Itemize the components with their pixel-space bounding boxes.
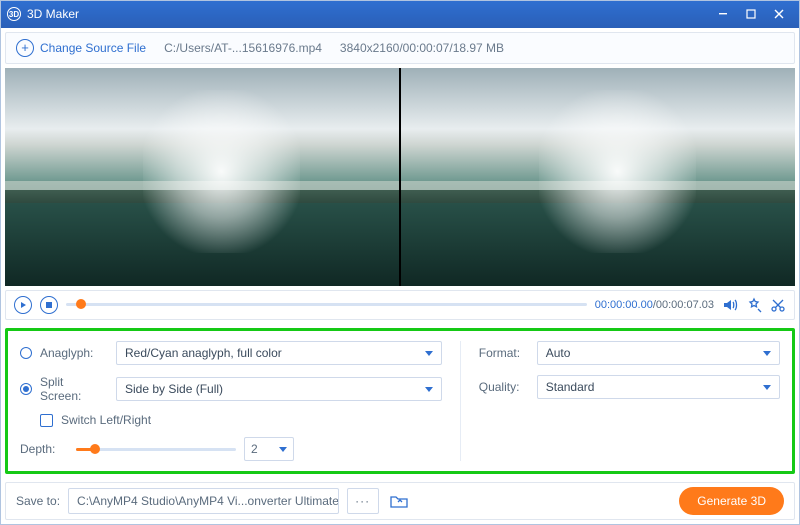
format-label: Format: — [479, 346, 529, 360]
timeline-thumb[interactable] — [76, 299, 86, 309]
quality-select[interactable]: Standard — [537, 375, 780, 399]
cut-button[interactable] — [770, 297, 786, 313]
quality-value: Standard — [546, 380, 595, 394]
anaglyph-row: Anaglyph: Red/Cyan anaglyph, full color — [20, 341, 442, 365]
volume-button[interactable] — [722, 297, 738, 313]
preview-left — [5, 68, 399, 286]
app-icon: 3D — [7, 7, 21, 21]
chevron-down-icon — [279, 447, 287, 452]
split-radio[interactable] — [20, 383, 32, 395]
depth-thumb[interactable] — [90, 444, 100, 454]
plus-icon: + — [16, 39, 34, 57]
source-meta: 3840x2160/00:00:07/18.97 MB — [340, 41, 504, 55]
window-title: 3D Maker — [27, 7, 709, 21]
close-button[interactable] — [765, 4, 793, 24]
quality-row: Quality: Standard — [479, 375, 780, 399]
chevron-down-icon — [425, 387, 433, 392]
chevron-down-icon — [763, 385, 771, 390]
timecode: 00:00:00.00/00:00:07.03 — [595, 299, 714, 311]
stop-button[interactable] — [40, 296, 58, 314]
browse-button[interactable]: ··· — [347, 488, 379, 514]
depth-row: Depth: 2 — [20, 437, 442, 461]
format-value: Auto — [546, 346, 571, 360]
stop-icon — [46, 302, 52, 308]
titlebar: 3D 3D Maker — [1, 1, 799, 28]
split-row: Split Screen: Side by Side (Full) — [20, 375, 442, 403]
save-path-field[interactable]: C:\AnyMP4 Studio\AnyMP4 Vi...onverter Ul… — [68, 488, 339, 514]
anaglyph-label: Anaglyph: — [40, 346, 108, 360]
anaglyph-value: Red/Cyan anaglyph, full color — [125, 346, 282, 360]
preview-area — [5, 68, 795, 286]
generate-button[interactable]: Generate 3D — [679, 487, 784, 515]
settings-panel: Anaglyph: Red/Cyan anaglyph, full color … — [5, 328, 795, 474]
source-bar: + Change Source File C:/Users/AT-...1561… — [5, 32, 795, 64]
anaglyph-select[interactable]: Red/Cyan anaglyph, full color — [116, 341, 442, 365]
depth-value: 2 — [251, 442, 258, 456]
chevron-down-icon — [425, 351, 433, 356]
switch-row: Switch Left/Right — [20, 413, 442, 427]
format-select[interactable]: Auto — [537, 341, 780, 365]
switch-label: Switch Left/Right — [61, 413, 151, 427]
change-source-button[interactable]: + Change Source File — [16, 39, 146, 57]
time-current: 00:00:00.00 — [595, 299, 653, 311]
chevron-down-icon — [763, 351, 771, 356]
snapshot-button[interactable] — [746, 297, 762, 313]
save-to-label: Save to: — [16, 494, 60, 508]
minimize-button[interactable] — [709, 4, 737, 24]
settings-right: Format: Auto Quality: Standard — [460, 341, 780, 461]
app-window: 3D 3D Maker + Change Source File C:/User… — [0, 0, 800, 525]
play-icon — [21, 302, 26, 308]
format-row: Format: Auto — [479, 341, 780, 365]
timeline-slider[interactable] — [66, 303, 587, 306]
depth-slider[interactable] — [76, 448, 236, 451]
source-filepath: C:/Users/AT-...15616976.mp4 — [164, 41, 322, 55]
playback-controls: 00:00:00.00/00:00:07.03 — [5, 290, 795, 320]
save-path-value: C:\AnyMP4 Studio\AnyMP4 Vi...onverter Ul… — [77, 494, 339, 508]
anaglyph-radio[interactable] — [20, 347, 32, 359]
bottom-bar: Save to: C:\AnyMP4 Studio\AnyMP4 Vi...on… — [5, 482, 795, 520]
quality-label: Quality: — [479, 380, 529, 394]
depth-label: Depth: — [20, 442, 68, 456]
preview-right — [401, 68, 795, 286]
time-duration: /00:00:07.03 — [653, 299, 714, 311]
change-source-label: Change Source File — [40, 41, 146, 55]
maximize-button[interactable] — [737, 4, 765, 24]
generate-label: Generate 3D — [697, 494, 766, 508]
settings-left: Anaglyph: Red/Cyan anaglyph, full color … — [20, 341, 442, 461]
switch-checkbox[interactable] — [40, 414, 53, 427]
play-button[interactable] — [14, 296, 32, 314]
split-label: Split Screen: — [40, 375, 108, 403]
depth-value-select[interactable]: 2 — [244, 437, 294, 461]
split-select[interactable]: Side by Side (Full) — [116, 377, 442, 401]
split-value: Side by Side (Full) — [125, 382, 223, 396]
open-folder-button[interactable] — [387, 491, 411, 511]
